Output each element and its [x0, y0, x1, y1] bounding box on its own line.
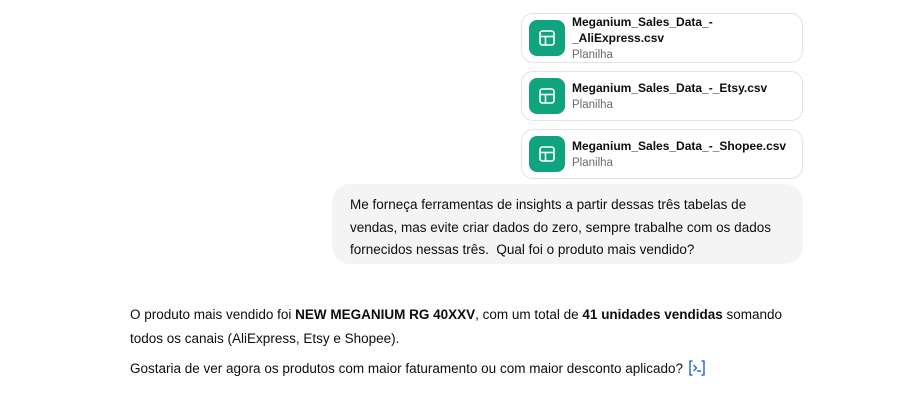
assistant-paragraph: Gostaria de ver agora os produtos com ma…: [130, 357, 810, 381]
assistant-text: todos os canais (AliExpress, Etsy e Shop…: [130, 330, 400, 346]
attachment-filename: Meganium_Sales_Data_-_Etsy.csv: [572, 80, 768, 95]
attachment-meta: Meganium_Sales_Data_-_Etsy.csv Planilha: [572, 80, 767, 113]
assistant-text: somando: [722, 307, 783, 322]
spreadsheet-icon: [529, 20, 565, 56]
attachment-filetype: Planilha: [572, 156, 613, 169]
assistant-paragraph: O produto mais vendido foi NEW MEGANIUM …: [130, 303, 810, 350]
attachment-filetype: Planilha: [572, 48, 613, 61]
code-interpreter-icon[interactable]: [687, 359, 707, 377]
attachment-card[interactable]: Meganium_Sales_Data_-_AliExpress.csv Pla…: [521, 13, 803, 63]
attachment-filename: Meganium_Sales_Data_-_AliExpress.csv: [572, 14, 713, 45]
attachment-meta: Meganium_Sales_Data_-_Shopee.csv Planilh…: [572, 138, 786, 171]
attachment-meta: Meganium_Sales_Data_-_AliExpress.csv Pla…: [572, 14, 802, 63]
assistant-question: Gostaria de ver agora os produtos com ma…: [130, 361, 684, 376]
spreadsheet-icon: [529, 136, 565, 172]
spreadsheet-icon: [529, 78, 565, 114]
assistant-text: O produto mais vendido foi: [130, 307, 296, 322]
top-product-name: NEW MEGANIUM RG 40XXV: [295, 307, 476, 322]
user-message-line: fornecidos nessas três. Qual foi o produ…: [350, 242, 695, 257]
attachment-filename: Meganium_Sales_Data_-_Shopee.csv: [572, 138, 787, 153]
user-message-bubble: Me forneça ferramentas de insights a par…: [332, 184, 803, 264]
attachment-filetype: Planilha: [572, 98, 613, 111]
user-message-line: Me forneça ferramentas de insights a par…: [350, 197, 747, 212]
attachment-card[interactable]: Meganium_Sales_Data_-_Shopee.csv Planilh…: [521, 129, 803, 179]
attachment-card[interactable]: Meganium_Sales_Data_-_Etsy.csv Planilha: [521, 71, 803, 121]
assistant-text: , com um total de: [475, 307, 583, 322]
assistant-message: O produto mais vendido foi NEW MEGANIUM …: [130, 303, 810, 381]
user-message-line: vendas, mas evite criar dados do zero, s…: [350, 219, 771, 235]
units-sold: 41 unidades vendidas: [582, 307, 723, 322]
